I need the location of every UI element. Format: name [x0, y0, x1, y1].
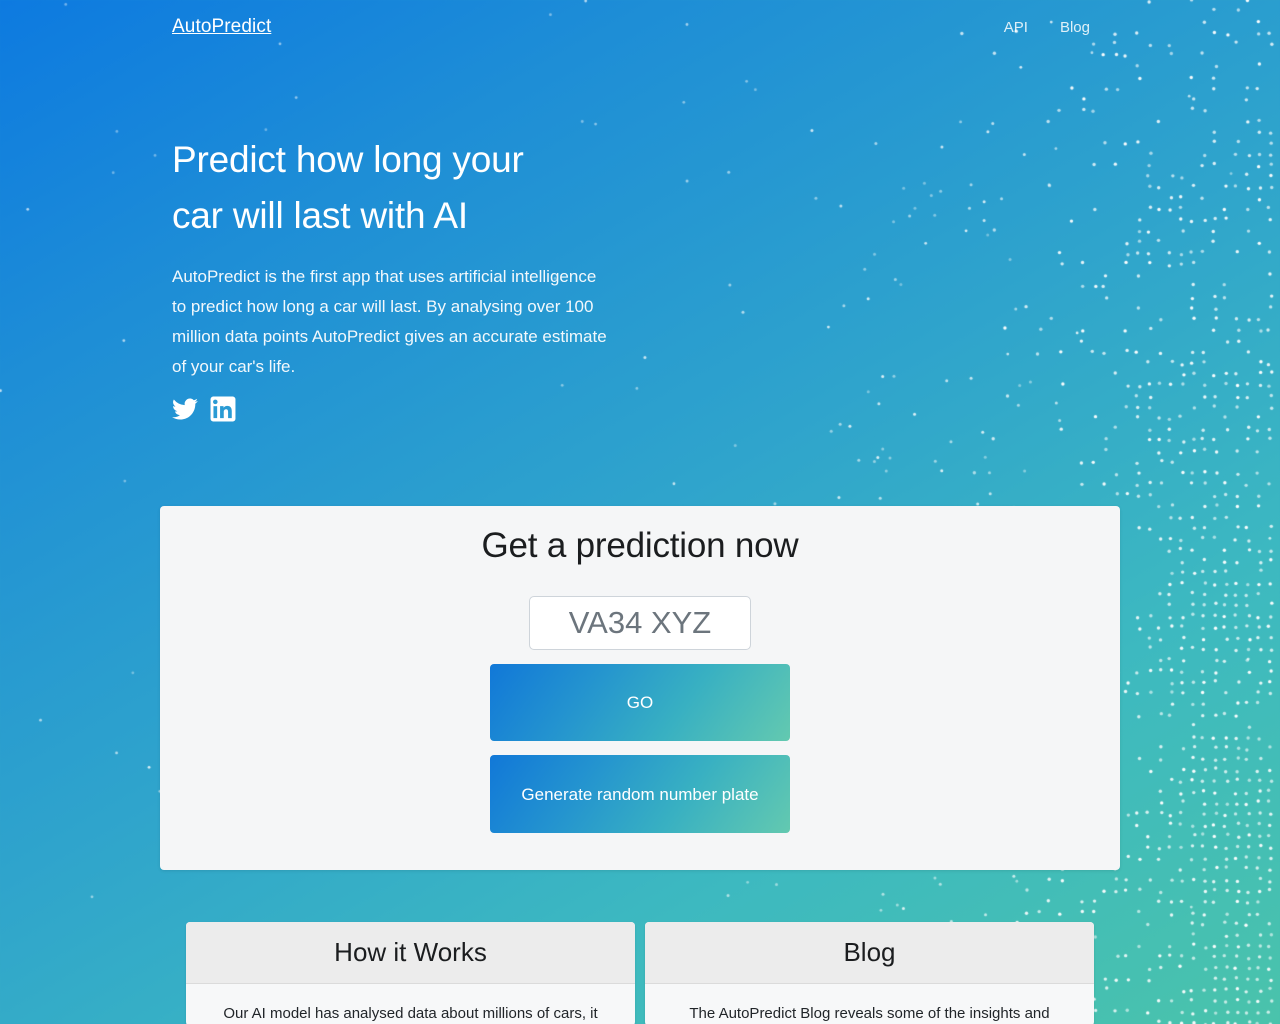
twitter-icon[interactable] — [172, 396, 198, 422]
info-card-header: Blog — [645, 922, 1094, 984]
social-links — [172, 396, 642, 422]
number-plate-input[interactable] — [529, 596, 751, 650]
prediction-card: Get a prediction now GO Generate random … — [160, 506, 1120, 870]
info-card-body: The AutoPredict Blog reveals some of the… — [689, 1005, 1050, 1022]
nav-link-api[interactable]: API — [1004, 19, 1028, 36]
nav-links: API Blog — [1004, 19, 1090, 36]
info-card-title: Blog — [843, 937, 896, 967]
hero-title-line-1: Predict how long your — [172, 139, 524, 180]
generate-random-plate-button[interactable]: Generate random number plate — [490, 755, 790, 833]
info-card-body: Our AI model has analysed data about mil… — [223, 1005, 598, 1022]
hero-title-line-2: car will last with AI — [172, 195, 468, 236]
info-card-how-it-works[interactable]: How it Works Our AI model has analysed d… — [186, 922, 635, 1024]
linkedin-icon[interactable] — [210, 396, 236, 422]
nav-link-blog[interactable]: Blog — [1060, 19, 1090, 36]
hero-section: Predict how long your car will last with… — [172, 132, 642, 422]
prediction-title: Get a prediction now — [481, 526, 799, 565]
go-button[interactable]: GO — [490, 664, 790, 741]
info-card-blog[interactable]: Blog The AutoPredict Blog reveals some o… — [645, 922, 1094, 1024]
info-card-title: How it Works — [334, 937, 487, 967]
info-card-row: How it Works Our AI model has analysed d… — [186, 922, 1094, 1024]
hero-title: Predict how long your car will last with… — [172, 132, 642, 244]
info-card-header: How it Works — [186, 922, 635, 984]
hero-subtitle: AutoPredict is the first app that uses a… — [172, 267, 607, 376]
brand-logo[interactable]: AutoPredict — [172, 16, 271, 38]
navbar: AutoPredict API Blog — [0, 0, 1280, 54]
